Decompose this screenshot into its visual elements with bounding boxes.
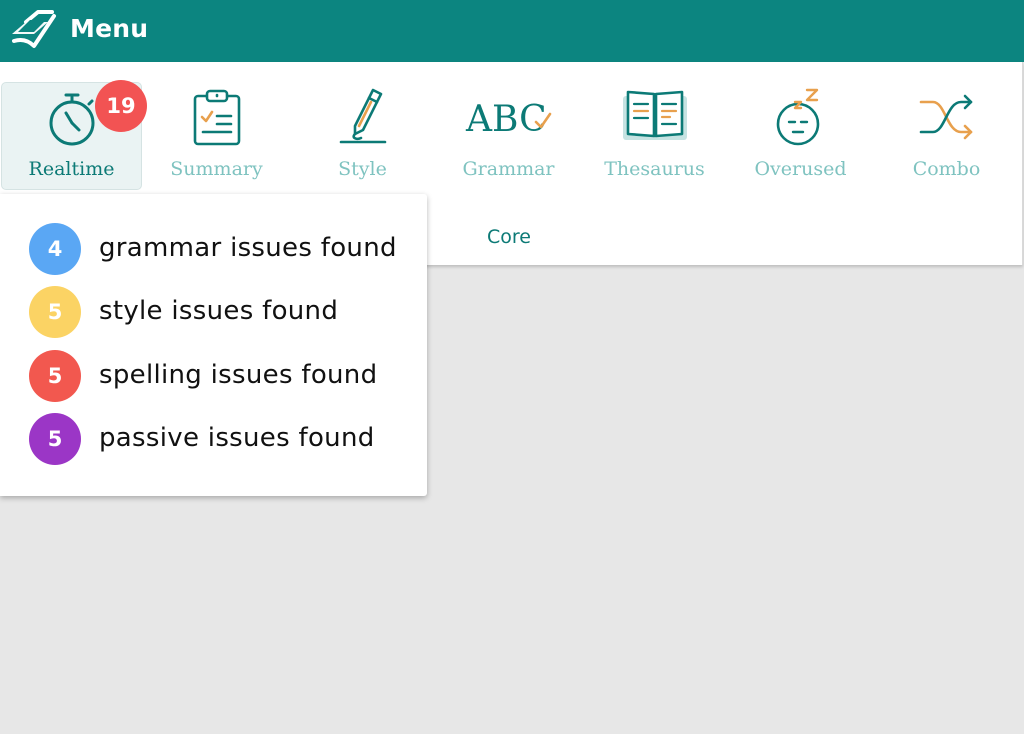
pencil-icon (339, 88, 386, 144)
top-bar: Menu (0, 0, 1024, 62)
issue-text: grammar issues found (99, 233, 397, 263)
sleepy-face-icon (776, 88, 819, 146)
issue-text: style issues found (99, 296, 339, 326)
realtime-issue-count-badge: 19 (95, 80, 147, 132)
abc-check-icon: ABC (465, 99, 551, 140)
tool-label: Thesaurus (604, 158, 705, 180)
issue-count-circle: 5 (29, 286, 81, 338)
issue-row-grammar[interactable]: 4 grammar issues found (29, 223, 419, 275)
tool-label: Summary (170, 158, 263, 180)
tool-label: Realtime (28, 158, 115, 180)
tool-label: Style (338, 158, 387, 180)
issue-row-passive[interactable]: 5 passive issues found (29, 413, 419, 465)
issue-count-circle: 4 (29, 223, 81, 275)
menu-title[interactable]: Menu (70, 14, 148, 43)
issue-count-circle: 5 (29, 413, 81, 465)
issue-row-style[interactable]: 5 style issues found (29, 286, 419, 338)
tool-label: Overused (754, 158, 847, 180)
core-group-label: Core (487, 226, 531, 248)
shuffle-icon (919, 94, 972, 140)
stopwatch-icon (49, 93, 94, 146)
tool-combo[interactable]: Combo (875, 82, 1018, 190)
tool-style[interactable]: Style (291, 82, 434, 190)
clipboard-icon (193, 89, 240, 146)
issue-text: spelling issues found (99, 360, 378, 390)
tool-label: Grammar (462, 158, 555, 180)
tool-grammar[interactable]: ABC Grammar (437, 82, 580, 190)
book-logo-icon[interactable] (8, 8, 58, 52)
tool-overused[interactable]: Overused (729, 82, 872, 190)
issue-text: passive issues found (99, 423, 375, 453)
realtime-issues-popup: 4 grammar issues found 5 style issues fo… (0, 194, 427, 496)
tool-label: Combo (912, 158, 981, 180)
open-book-icon (622, 90, 687, 140)
tool-thesaurus[interactable]: Thesaurus (583, 82, 726, 190)
issue-row-spelling[interactable]: 5 spelling issues found (29, 350, 419, 402)
svg-text:ABC: ABC (465, 99, 547, 140)
tool-summary[interactable]: Summary (145, 82, 288, 190)
issue-count-circle: 5 (29, 350, 81, 402)
